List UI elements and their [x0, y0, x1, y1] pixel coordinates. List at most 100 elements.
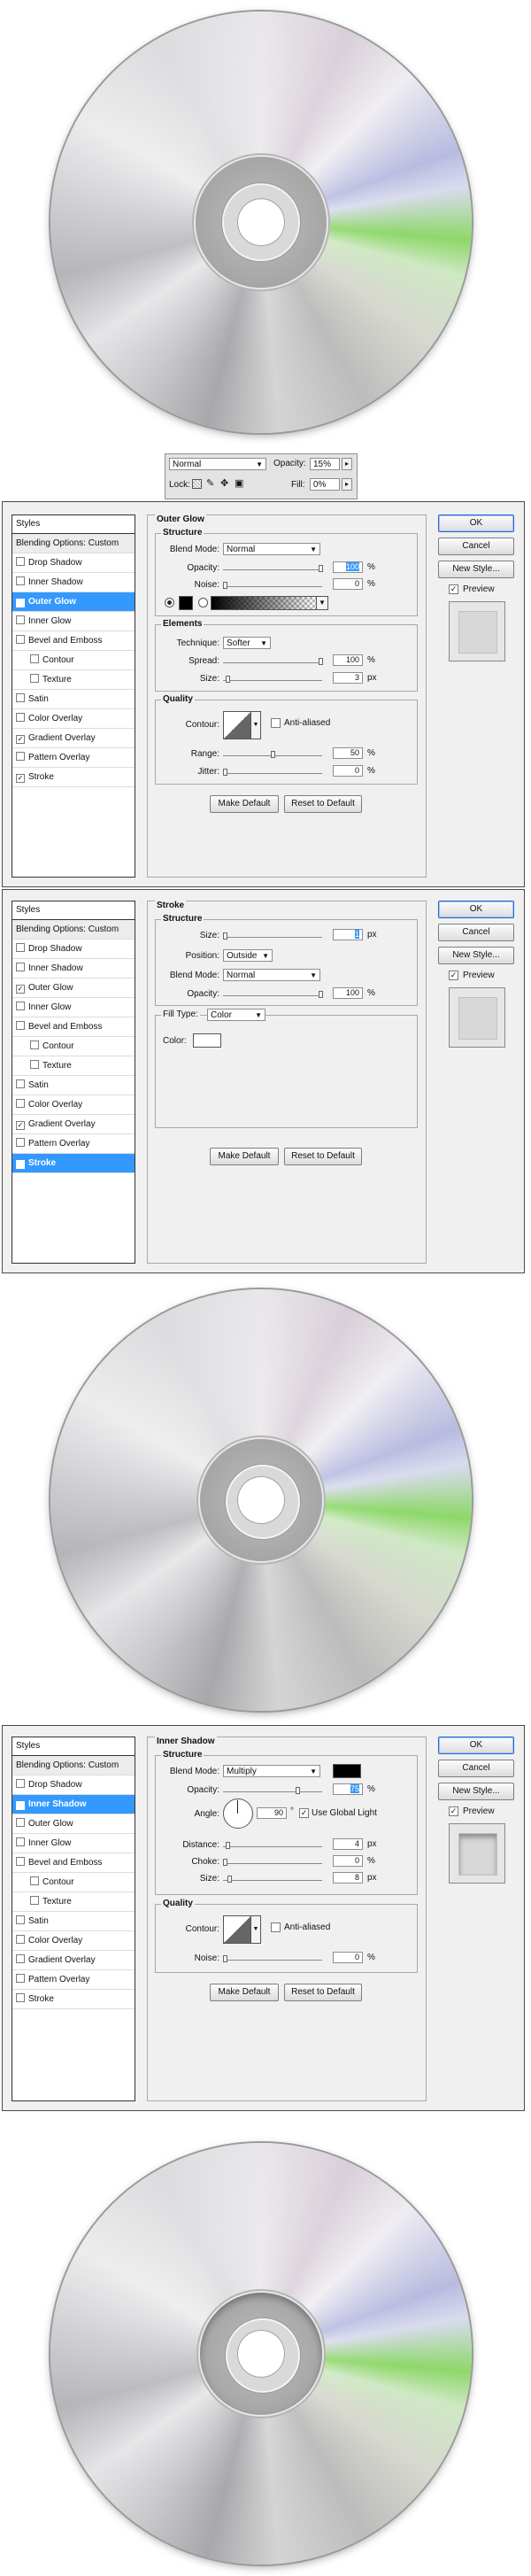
size-input[interactable]: 3 [333, 672, 363, 684]
noise-slider[interactable] [223, 586, 322, 588]
styles-header[interactable]: Styles [12, 515, 135, 534]
checkbox[interactable] [16, 1002, 25, 1010]
new-style-button[interactable]: New Style... [438, 561, 514, 578]
opacity-slider-thumb[interactable] [319, 565, 323, 572]
lock-move-icon[interactable]: ✥ [220, 477, 228, 489]
noise-slider-thumb[interactable] [223, 582, 227, 589]
reset-default-button[interactable]: Reset to Default [284, 795, 362, 813]
position-select[interactable]: Outside ▼ [223, 949, 273, 962]
checkbox[interactable] [30, 1876, 39, 1885]
style-item-satin[interactable]: Satin [12, 1076, 135, 1095]
checkbox[interactable] [30, 674, 39, 683]
distance-slider[interactable] [223, 1846, 322, 1848]
opacity-slider[interactable] [223, 569, 322, 571]
style-item-drop-shadow[interactable]: Drop Shadow [12, 553, 135, 573]
style-item-stroke[interactable]: Stroke [12, 1990, 135, 2009]
checkbox-checked[interactable]: ✓ [16, 1160, 25, 1169]
size-slider[interactable] [223, 680, 322, 682]
noise-slider-thumb[interactable] [223, 1955, 227, 1962]
preview-checkbox[interactable]: ✓ [449, 1806, 458, 1816]
size-slider-thumb[interactable] [226, 676, 230, 683]
reset-default-button[interactable]: Reset to Default [284, 1984, 362, 2001]
style-item-bevel-emboss[interactable]: Bevel and Emboss [12, 1017, 135, 1037]
layer-opacity-input[interactable]: 15% [310, 458, 340, 470]
style-item-gradient-overlay[interactable]: ✓ Gradient Overlay [12, 1115, 135, 1134]
checkbox[interactable] [30, 654, 39, 663]
contour-picker[interactable] [223, 1915, 251, 1944]
reset-default-button[interactable]: Reset to Default [284, 1148, 362, 1165]
size-slider-thumb[interactable] [227, 1876, 232, 1883]
style-item-inner-glow[interactable]: Inner Glow [12, 998, 135, 1017]
opacity-input[interactable]: 75 [333, 1783, 363, 1795]
distance-slider-thumb[interactable] [226, 1842, 230, 1849]
checkbox[interactable] [16, 576, 25, 585]
new-style-button[interactable]: New Style... [438, 947, 514, 964]
checkbox[interactable] [16, 1993, 25, 2002]
use-global-light-checkbox[interactable]: ✓ [299, 1808, 309, 1818]
glow-color-swatch[interactable] [179, 596, 193, 610]
spread-slider-thumb[interactable] [319, 658, 323, 665]
range-slider-thumb[interactable] [271, 751, 275, 758]
anti-aliased-checkbox[interactable] [271, 718, 281, 728]
checkbox-checked[interactable]: ✓ [16, 1801, 25, 1810]
checkbox[interactable] [16, 635, 25, 644]
new-style-button[interactable]: New Style... [438, 1783, 514, 1800]
style-item-texture[interactable]: Texture [12, 1892, 135, 1912]
size-input[interactable]: 8 [333, 1872, 363, 1884]
opacity-slider[interactable] [223, 995, 322, 997]
style-item-inner-shadow[interactable]: Inner Shadow [12, 959, 135, 979]
style-item-gradient-overlay[interactable]: Gradient Overlay [12, 1951, 135, 1970]
checkbox[interactable] [16, 1079, 25, 1088]
style-item-bevel-emboss[interactable]: Bevel and Emboss [12, 631, 135, 651]
choke-slider[interactable] [223, 1863, 322, 1865]
cancel-button[interactable]: Cancel [438, 924, 514, 941]
noise-input[interactable]: 0 [333, 578, 363, 590]
checkbox-checked[interactable]: ✓ [16, 774, 25, 783]
layer-fill-arrow-button[interactable]: ▸ [342, 478, 352, 491]
checkbox[interactable] [16, 1857, 25, 1866]
spread-slider[interactable] [223, 662, 322, 664]
color-radio-button[interactable] [165, 598, 174, 607]
checkbox[interactable] [16, 615, 25, 624]
style-item-stroke[interactable]: ✓ Stroke [12, 768, 135, 787]
style-item-gradient-overlay[interactable]: ✓ Gradient Overlay [12, 729, 135, 748]
preview-checkbox[interactable]: ✓ [449, 584, 458, 594]
style-item-texture[interactable]: Texture [12, 670, 135, 690]
choke-input[interactable]: 0 [333, 1855, 363, 1867]
checkbox[interactable] [16, 557, 25, 566]
checkbox-checked[interactable]: ✓ [16, 1121, 25, 1130]
preview-checkbox[interactable]: ✓ [449, 971, 458, 980]
make-default-button[interactable]: Make Default [210, 1148, 279, 1165]
style-item-color-overlay[interactable]: Color Overlay [12, 709, 135, 729]
spread-input[interactable]: 100 [333, 654, 363, 666]
lock-brush-icon[interactable]: ✎ [206, 477, 214, 489]
checkbox[interactable] [30, 1896, 39, 1905]
checkbox-checked[interactable]: ✓ [16, 985, 25, 994]
styles-header[interactable]: Styles [12, 901, 135, 920]
style-item-inner-glow[interactable]: Inner Glow [12, 612, 135, 631]
ok-button[interactable]: OK [438, 1737, 514, 1754]
lock-all-icon[interactable]: ▣ [235, 477, 243, 489]
distance-input[interactable]: 4 [333, 1838, 363, 1850]
style-item-contour[interactable]: Contour [12, 1873, 135, 1892]
checkbox[interactable] [16, 963, 25, 971]
size-slider[interactable] [223, 937, 322, 939]
style-item-color-overlay[interactable]: Color Overlay [12, 1095, 135, 1115]
chevron-down-icon[interactable]: ▼ [316, 596, 328, 610]
checkbox[interactable] [16, 1021, 25, 1030]
layer-blend-mode-select[interactable]: Normal ▼ [169, 458, 266, 470]
style-item-texture[interactable]: Texture [12, 1056, 135, 1076]
fill-type-select[interactable]: Color ▼ [207, 1009, 266, 1021]
stroke-color-swatch[interactable] [193, 1033, 221, 1048]
cancel-button[interactable]: Cancel [438, 1760, 514, 1777]
jitter-slider[interactable] [223, 773, 322, 775]
checkbox[interactable] [30, 1060, 39, 1069]
opacity-slider-thumb[interactable] [319, 991, 323, 998]
checkbox[interactable] [16, 693, 25, 702]
chevron-down-icon[interactable]: ▼ [250, 711, 261, 739]
size-input[interactable]: 1 [333, 929, 363, 940]
angle-input[interactable]: 90 [257, 1807, 287, 1819]
noise-slider[interactable] [223, 1960, 322, 1961]
jitter-slider-thumb[interactable] [223, 769, 227, 776]
layer-fill-input[interactable]: 0% [310, 478, 340, 491]
